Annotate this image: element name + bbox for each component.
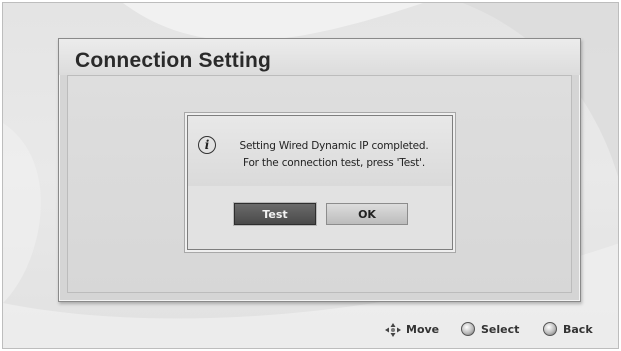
select-label: Select [481,323,520,336]
back-circle-icon [543,322,557,336]
dialog-message-area: i Setting Wired Dynamic IP completed. Fo… [188,116,452,186]
window-title: Connection Setting [75,49,272,72]
dialog-message-line-1: Setting Wired Dynamic IP completed. [239,140,429,152]
tv-screen: Connection Setting i Setting Wired Dynam… [2,2,619,349]
select-hint: Select [461,322,525,337]
ok-button[interactable]: OK [326,203,408,225]
move-label: Move [406,323,440,336]
info-icon: i [198,136,216,154]
window-titlebar: Connection Setting [59,39,580,75]
back-hint: Back [543,322,599,337]
confirmation-dialog: i Setting Wired Dynamic IP completed. Fo… [187,115,453,250]
dialog-message-line-2: For the connection test, press 'Test'. [242,157,426,169]
move-hint: Move [384,323,444,337]
select-circle-icon [461,322,475,336]
directional-pad-icon [385,323,401,337]
back-label: Back [563,323,593,336]
test-button[interactable]: Test [234,203,316,225]
